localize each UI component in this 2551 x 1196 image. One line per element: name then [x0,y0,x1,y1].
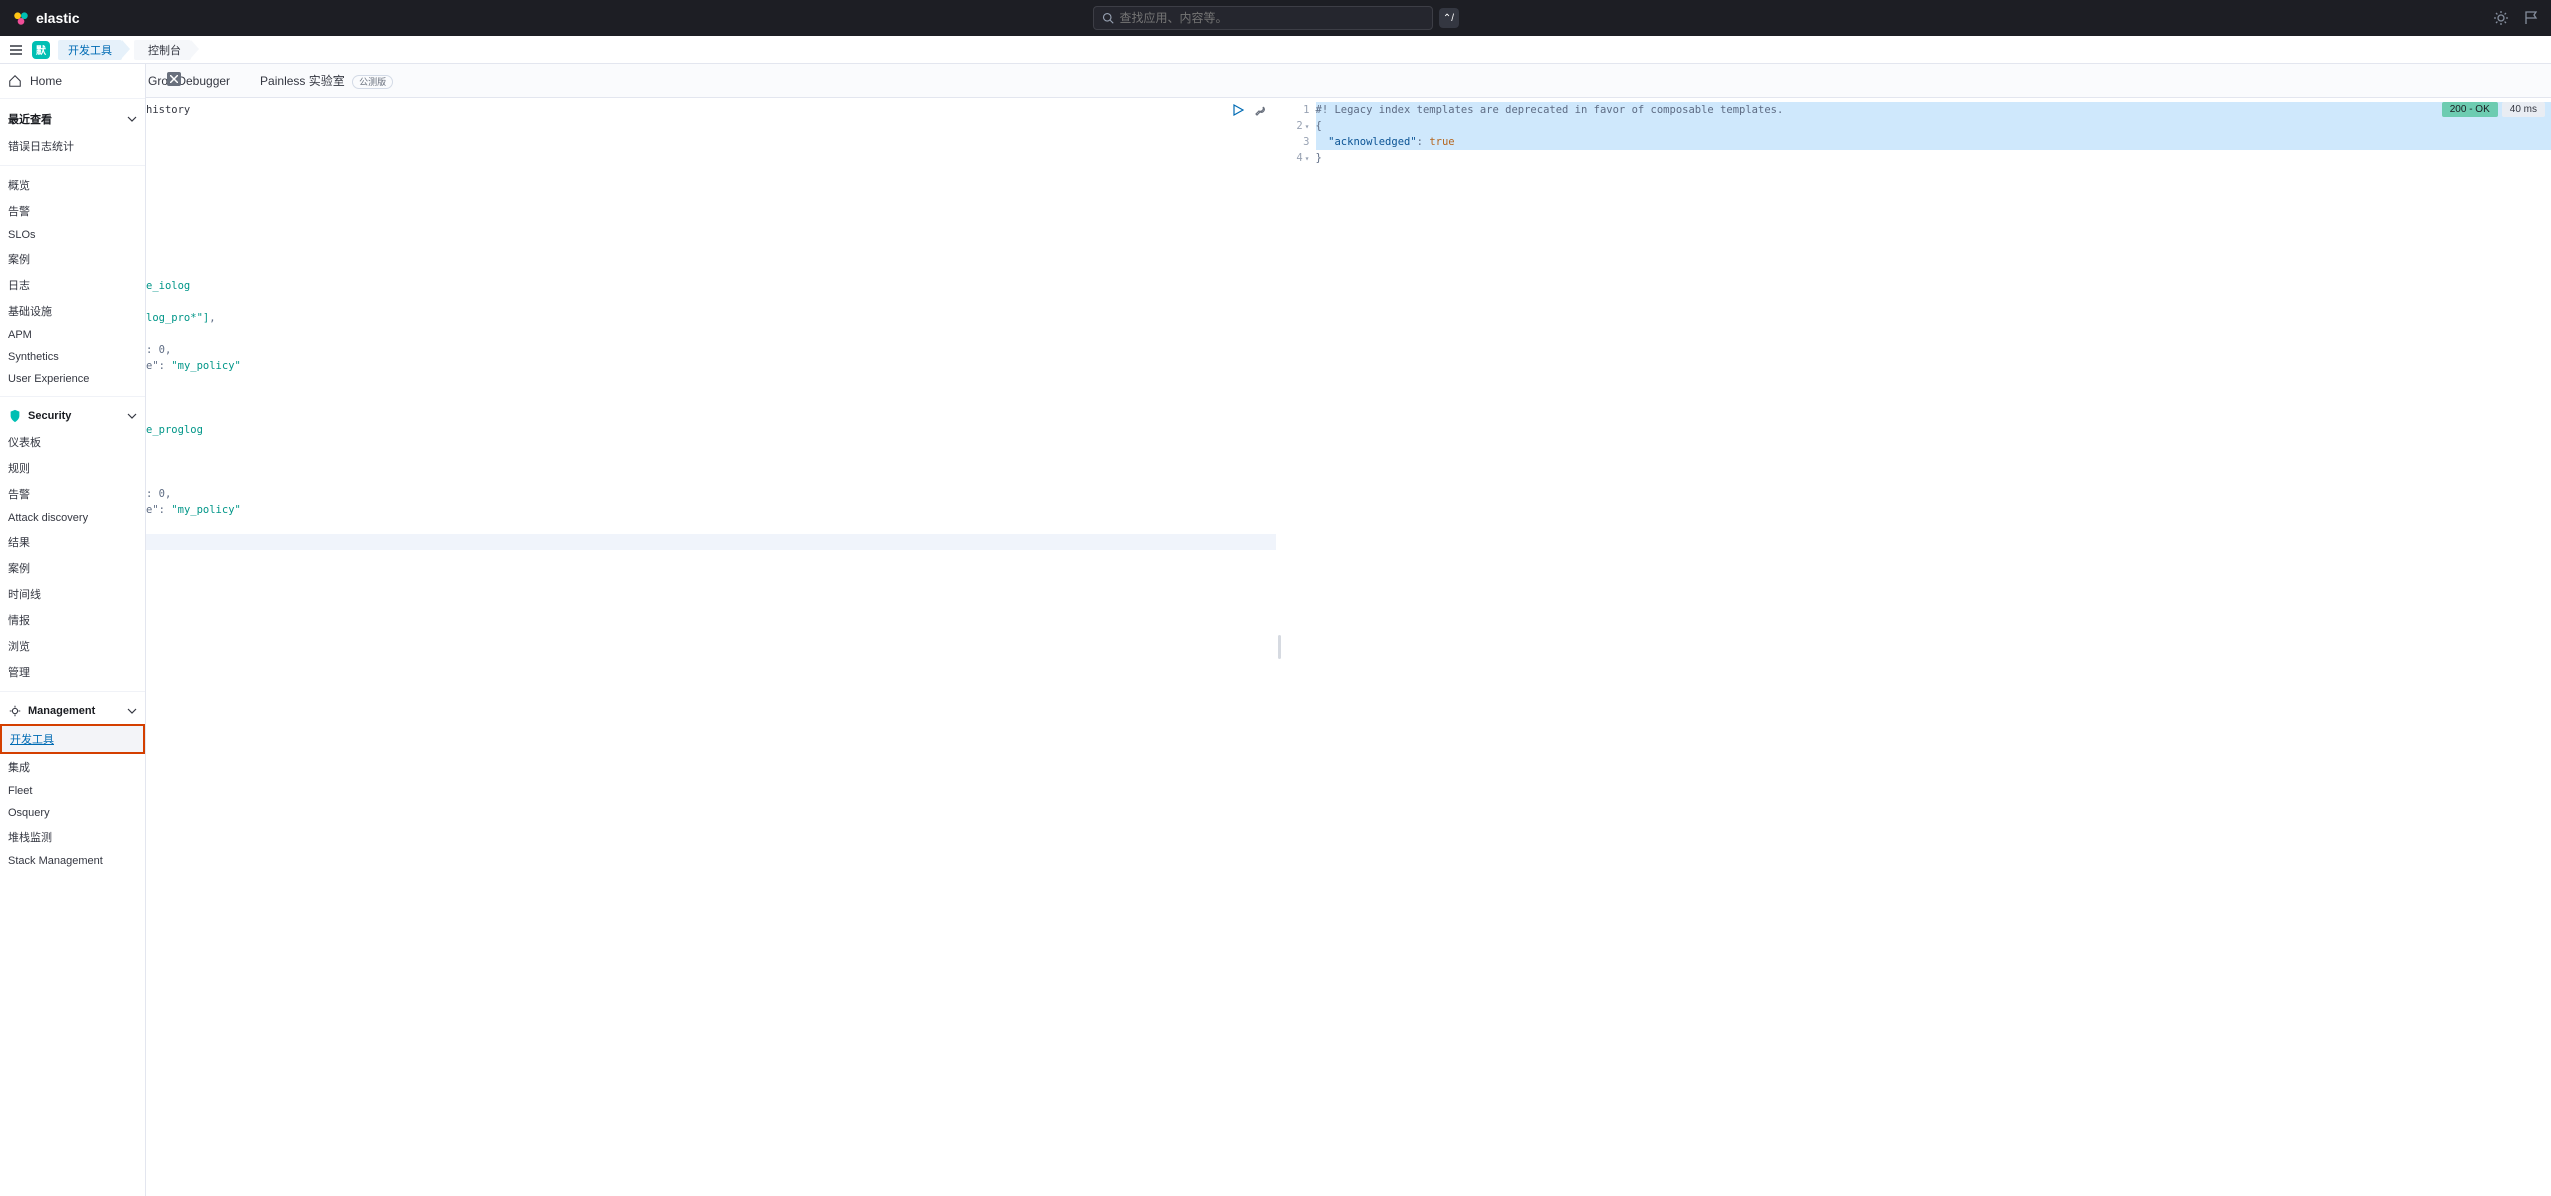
nav-home-label: Home [30,74,62,88]
nav-item-stack-management[interactable]: Stack Management [0,850,145,872]
nav-item-sec-rules[interactable]: 规则 [0,455,145,481]
nav-header-management[interactable]: Management [0,698,145,724]
nav-item-sec-attack[interactable]: Attack discovery [0,507,145,529]
nav-item-logs[interactable]: 日志 [0,272,145,298]
nav-item-cases[interactable]: 案例 [0,246,145,272]
header-right-icons [2493,10,2539,26]
global-search-wrap: ⌃/ [1093,6,1459,30]
status-badge-time: 40 ms [2502,102,2545,117]
chevron-down-icon [127,706,137,716]
close-nav-button[interactable] [167,72,181,86]
splitter-handle-icon [1278,635,1281,659]
nav-item-sec-alerts[interactable]: 告警 [0,481,145,507]
breadcrumb-page: 控制台 [134,40,191,60]
devtools-tabs: Grok Debugger Painless 实验室 公测版 [0,64,2551,98]
main-area: 200 - OK 40 ms Grok Debugger Painless 实验… [0,64,2551,1196]
nav-item-integrations[interactable]: 集成 [0,754,145,780]
nav-section-management: Management 开发工具 集成 Fleet Osquery 堆栈监测 St… [0,691,145,878]
nav-item-overview[interactable]: 概览 [0,172,145,198]
space-badge[interactable]: 默 [32,41,50,59]
wrench-icon[interactable] [1254,104,1266,116]
gear-icon [8,704,22,718]
req-line: e_proglog [146,422,1276,438]
breadcrumb-bar: 默 开发工具 控制台 [0,36,2551,64]
response-pane[interactable]: 1 2 3 4 #! Legacy index templates are de… [1284,98,2551,1196]
nav-item-sec-manage[interactable]: 管理 [0,659,145,685]
elastic-logo-icon [12,9,30,27]
global-search[interactable] [1093,6,1433,30]
global-search-input[interactable] [1120,11,1424,25]
nav-section-security: Security 仪表板 规则 告警 Attack discovery 结果 案… [0,396,145,691]
nav-item-osquery[interactable]: Osquery [0,802,145,824]
req-line: e": "my_policy" [146,358,1276,374]
gear-icon[interactable] [2493,10,2509,26]
nav-item-slos[interactable]: SLOs [0,224,145,246]
response-gutter: 1 2 3 4 [1284,98,1316,1196]
nav-item-sec-explore[interactable]: 浏览 [0,633,145,659]
editor-split: history e_iolog log_pro*"], : 0, e": "my… [0,98,2551,1196]
req-line: history [146,102,1276,118]
nav-recent-item[interactable]: 错误日志统计 [0,133,145,159]
play-icon[interactable] [1232,104,1244,116]
nav-item-devtools[interactable]: 开发工具 [0,724,145,754]
nav-item-synthetics[interactable]: Synthetics [0,346,145,368]
request-actions [1232,104,1266,116]
pane-splitter[interactable] [1276,98,1284,1196]
nav-item-sec-timeline[interactable]: 时间线 [0,581,145,607]
nav-item-sec-dashboards[interactable]: 仪表板 [0,429,145,455]
nav-item-sec-cases[interactable]: 案例 [0,555,145,581]
brand-logo[interactable]: elastic [12,9,80,27]
shield-icon [8,409,22,423]
chevron-down-icon [127,411,137,421]
nav-header-security[interactable]: Security [0,403,145,429]
nav-item-stack-monitoring[interactable]: 堆栈监测 [0,824,145,850]
home-icon [8,74,22,88]
request-body[interactable]: history e_iolog log_pro*"], : 0, e": "my… [146,98,1276,550]
side-nav: Home 最近查看 错误日志统计 概览 告警 SLOs 案例 日志 基础设施 A… [0,64,146,1196]
nav-home[interactable]: Home [0,64,145,99]
req-line: e": "my_policy" [146,502,1276,518]
nav-section-observability: 概览 告警 SLOs 案例 日志 基础设施 APM Synthetics Use… [0,165,145,396]
nav-item-sec-intel[interactable]: 情报 [0,607,145,633]
beta-badge: 公测版 [352,75,393,89]
request-pane[interactable]: history e_iolog log_pro*"], : 0, e": "my… [0,98,1276,1196]
help-icon[interactable] [2523,10,2539,26]
nav-item-sec-findings[interactable]: 结果 [0,529,145,555]
chevron-down-icon [127,114,137,124]
nav-header-recent[interactable]: 最近查看 [0,105,145,133]
nav-item-alerts[interactable]: 告警 [0,198,145,224]
req-line: log_pro*"], [146,310,1276,326]
nav-item-infra[interactable]: 基础设施 [0,298,145,324]
req-line: e_iolog [146,278,1276,294]
search-icon [1102,12,1114,24]
response-status-chips: 200 - OK 40 ms [2442,102,2545,117]
hamburger-icon[interactable] [8,42,24,58]
nav-item-fleet[interactable]: Fleet [0,780,145,802]
req-line: : 0, [146,486,1276,502]
brand-text: elastic [36,10,80,26]
nav-item-apm[interactable]: APM [0,324,145,346]
nav-item-ux[interactable]: User Experience [0,368,145,390]
response-body[interactable]: #! Legacy index templates are deprecated… [1316,98,2551,1196]
tab-grok[interactable]: Grok Debugger [146,74,232,88]
tab-painless[interactable]: Painless 实验室 公测版 [258,72,395,89]
status-badge-ok: 200 - OK [2442,102,2498,117]
req-line: : 0, [146,342,1276,358]
close-icon [170,75,178,83]
top-header: elastic ⌃/ [0,0,2551,36]
nav-section-recent: 最近查看 错误日志统计 [0,99,145,165]
breadcrumb-app[interactable]: 开发工具 [58,40,122,60]
req-line-highlighted [146,534,1276,550]
search-shortcut-hint: ⌃/ [1439,8,1459,28]
